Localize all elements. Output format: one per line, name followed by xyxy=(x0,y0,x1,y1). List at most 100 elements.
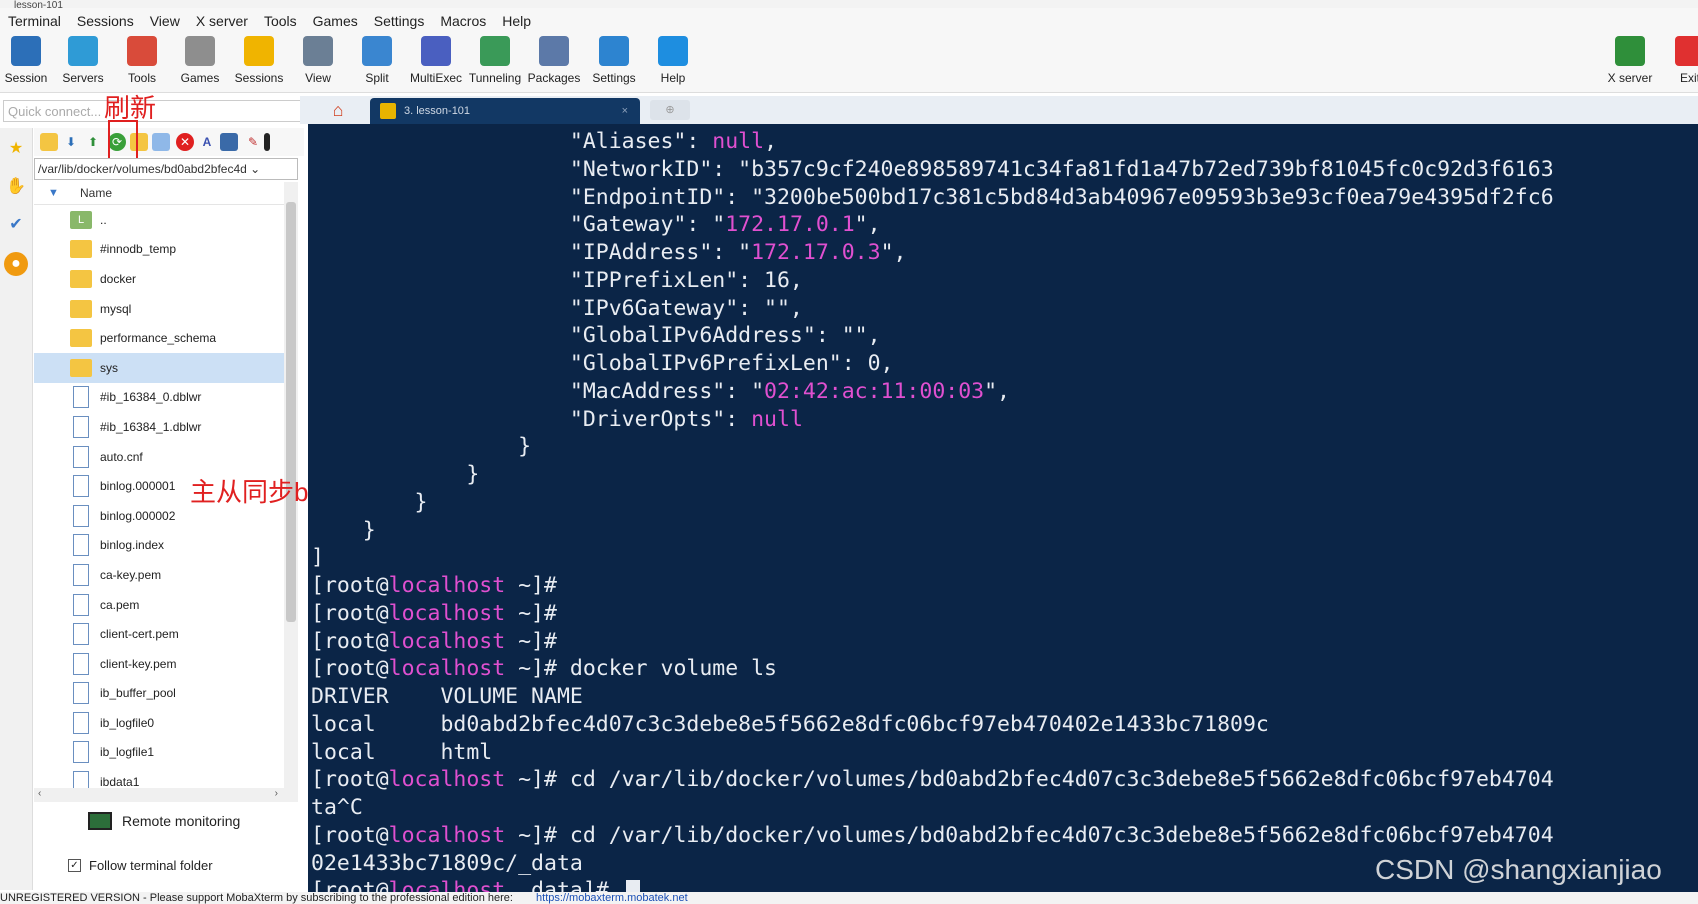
file-name: mysql xyxy=(100,301,132,316)
terminal-text: "IPv6Gateway": "", xyxy=(311,295,803,321)
toolbar-packages-button[interactable]: Packages xyxy=(524,36,584,85)
terminal-line: "IPv6Gateway": "", xyxy=(311,295,803,322)
menu-settings[interactable]: Settings xyxy=(366,13,433,29)
toolbar-help-button[interactable]: Help xyxy=(643,36,703,85)
file-list-header[interactable]: ▼ Name xyxy=(34,182,284,205)
toolbar-button-label: Session xyxy=(4,71,48,85)
toolbar-sessions-button[interactable]: Sessions xyxy=(229,36,289,85)
close-tab-icon[interactable]: × xyxy=(622,105,628,117)
file-row[interactable]: binlog.index xyxy=(34,531,284,561)
toolbar-tools-button[interactable]: Tools xyxy=(112,36,172,85)
follow-terminal-folder-checkbox[interactable]: ✓ Follow terminal folder xyxy=(68,858,213,873)
terminal-text: , xyxy=(764,129,778,154)
menu-x-server[interactable]: X server xyxy=(188,13,256,29)
terminal-text: "DriverOpts": xyxy=(311,406,752,432)
file-row[interactable]: client-key.pem xyxy=(34,649,284,679)
collapse-arrow-icon[interactable]: ▼ xyxy=(48,182,59,204)
file-row[interactable]: auto.cnf xyxy=(34,442,284,472)
toolbar-button-label: Servers xyxy=(62,71,104,85)
session-tab-active[interactable]: 3. lesson-101 × xyxy=(370,98,640,124)
tools-icon[interactable]: ✋ xyxy=(4,174,28,198)
toolbar-settings-button[interactable]: Settings xyxy=(584,36,644,85)
download-icon[interactable]: ⬇ xyxy=(62,133,80,151)
sftp-path-input[interactable]: /var/lib/docker/volumes/bd0abd2bfec4d ⌄ xyxy=(34,158,298,180)
file-name: binlog.000002 xyxy=(100,508,176,523)
new-file-icon[interactable] xyxy=(152,133,170,151)
checkbox-checked-icon: ✓ xyxy=(68,859,81,872)
scroll-left-icon[interactable]: ‹ xyxy=(38,788,41,799)
menu-sessions[interactable]: Sessions xyxy=(69,13,142,29)
menu-games[interactable]: Games xyxy=(305,13,366,29)
menu-help[interactable]: Help xyxy=(494,13,539,29)
macros-icon[interactable]: ● xyxy=(4,252,28,276)
remote-monitoring-button[interactable]: Remote monitoring xyxy=(88,812,240,830)
parent-folder-icon[interactable] xyxy=(40,133,58,151)
session-tab-bar: ⌂ 3. lesson-101 × ⊕ xyxy=(300,96,1698,124)
file-row[interactable]: sys xyxy=(34,352,284,383)
file-row[interactable]: #ib_16384_0.dblwr xyxy=(34,383,284,413)
status-link[interactable]: https://mobaxterm.mobatek.net xyxy=(536,892,688,904)
multiexec-icon xyxy=(421,36,451,66)
permissions-icon[interactable] xyxy=(220,133,238,151)
terminal-highlight-text: 172.17.0.3 xyxy=(751,240,881,265)
file-name: auto.cnf xyxy=(100,449,143,464)
file-row[interactable]: client-cert.pem xyxy=(34,619,284,649)
terminal-highlight-text: null xyxy=(751,406,803,432)
rename-icon[interactable]: A xyxy=(198,133,216,151)
menu-view[interactable]: View xyxy=(142,13,188,29)
edit-icon[interactable]: ✎ xyxy=(244,133,262,151)
toolbar-view-button[interactable]: View xyxy=(288,36,348,85)
terminal-text: } xyxy=(311,517,376,543)
file-row[interactable]: ca.pem xyxy=(34,590,284,620)
file-row[interactable]: #ib_16384_1.dblwr xyxy=(34,412,284,442)
file-row[interactable]: docker xyxy=(34,264,284,294)
toolbar-button-label: Sessions xyxy=(234,71,284,85)
scroll-right-icon[interactable]: › xyxy=(275,788,278,799)
file-name: #ib_16384_1.dblwr xyxy=(100,419,202,434)
home-tab-icon[interactable]: ⌂ xyxy=(320,98,356,122)
terminal-text: ~]# xyxy=(505,573,557,598)
scrollbar-thumb[interactable] xyxy=(286,202,296,622)
terminal-tab-icon xyxy=(380,103,396,119)
menu-macros[interactable]: Macros xyxy=(432,13,494,29)
toolbar-x-server-button[interactable]: X server xyxy=(1600,36,1660,85)
terminal-text: "Gateway": " xyxy=(311,212,726,238)
terminal-text: "IPAddress": " xyxy=(311,240,752,265)
terminal-pane[interactable]: "Aliases": null, "NetworkID": "b357c9cf2… xyxy=(308,124,1698,900)
menu-tools[interactable]: Tools xyxy=(256,13,305,29)
file-row[interactable]: ca-key.pem xyxy=(34,560,284,590)
terminal-text: "IPPrefixLen": 16, xyxy=(311,267,803,293)
new-tab-button[interactable]: ⊕ xyxy=(650,100,690,120)
sftp-check-icon[interactable]: ✔ xyxy=(4,212,28,236)
file-row[interactable]: performance_schema xyxy=(34,323,284,353)
monitor-icon xyxy=(88,812,112,830)
toolbar-session-button[interactable]: Session xyxy=(0,36,56,85)
file-row[interactable]: ib_buffer_pool xyxy=(34,679,284,709)
toolbar-multiexec-button[interactable]: MultiExec xyxy=(406,36,466,85)
toolbar-exit-button[interactable]: Exit xyxy=(1660,36,1698,85)
toolbar-button-label: X server xyxy=(1607,71,1653,85)
upload-icon[interactable]: ⬆ xyxy=(84,133,102,151)
window-title: lesson-101 xyxy=(14,0,63,8)
menu-terminal[interactable]: Terminal xyxy=(0,13,69,29)
file-row[interactable]: L.. xyxy=(34,205,284,235)
file-row[interactable]: ib_logfile1 xyxy=(34,738,284,768)
name-column-header: Name xyxy=(80,186,113,200)
file-row[interactable]: ib_logfile0 xyxy=(34,708,284,738)
favorites-star-icon[interactable]: ★ xyxy=(4,136,28,160)
toolbar-tunneling-button[interactable]: Tunneling xyxy=(465,36,525,85)
terminal-icon[interactable] xyxy=(264,133,270,151)
file-row[interactable]: mysql xyxy=(34,294,284,324)
toolbar-servers-button[interactable]: Servers xyxy=(53,36,113,85)
toolbar-games-button[interactable]: Games xyxy=(170,36,230,85)
file-list-horizontal-scrollbar[interactable]: ‹ › xyxy=(34,788,298,802)
file-name: binlog.000001 xyxy=(100,479,176,494)
file-row[interactable]: #innodb_temp xyxy=(34,235,284,265)
left-side-bar: ★ ✋ ✔ ● xyxy=(0,128,33,890)
terminal-text: "Aliases": xyxy=(311,129,713,154)
delete-icon[interactable]: ✕ xyxy=(176,133,194,151)
toolbar-button-label: Packages xyxy=(527,71,581,85)
toolbar-split-button[interactable]: Split xyxy=(347,36,407,85)
toolbar-button-label: View xyxy=(305,71,331,85)
terminal-line: } xyxy=(311,433,531,460)
